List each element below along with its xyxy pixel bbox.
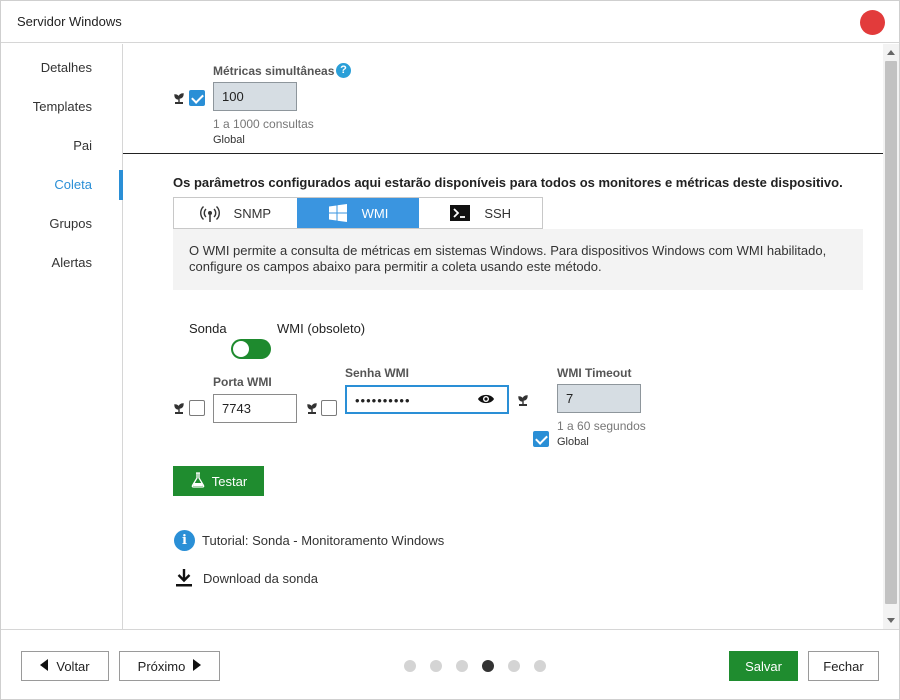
dialog-footer: Voltar Próximo Salvar Fechar xyxy=(1,629,899,699)
back-button-label: Voltar xyxy=(56,658,90,674)
flask-icon xyxy=(190,471,206,491)
tab-snmp[interactable]: SNMP xyxy=(174,198,297,228)
test-button[interactable]: Testar xyxy=(173,466,264,496)
step-dot-4[interactable] xyxy=(482,660,494,672)
vertical-scrollbar[interactable] xyxy=(883,44,899,629)
sonda-wmi-toggle[interactable] xyxy=(231,339,271,359)
scroll-up-arrow[interactable] xyxy=(887,50,895,55)
timeout-input[interactable]: 7 xyxy=(557,384,641,413)
caret-left-icon xyxy=(40,658,49,674)
antenna-icon xyxy=(199,203,220,223)
inherit-icon xyxy=(172,401,186,415)
metrics-hint: 1 a 1000 consultas xyxy=(213,117,314,131)
close-button[interactable] xyxy=(860,10,885,35)
help-icon[interactable]: ? xyxy=(336,63,351,78)
back-button[interactable]: Voltar xyxy=(21,651,109,681)
step-dot-3[interactable] xyxy=(456,660,468,672)
eye-icon[interactable] xyxy=(477,392,495,406)
caret-right-icon xyxy=(193,658,202,674)
scroll-thumb[interactable] xyxy=(885,61,897,604)
sidebar-item-templates[interactable]: Templates xyxy=(0,92,122,122)
toggle-left-label: Sonda xyxy=(189,321,227,336)
download-link[interactable]: Download da sonda xyxy=(203,571,318,586)
dialog-window: Servidor Windows Detalhes Templates Pai … xyxy=(0,0,900,700)
metrics-label: Métricas simultâneas xyxy=(213,64,335,78)
collection-description: Os parâmetros configurados aqui estarão … xyxy=(173,175,843,190)
section-divider xyxy=(123,153,883,154)
info-icon: i xyxy=(174,530,195,551)
password-value: •••••••••• xyxy=(355,393,411,408)
metrics-inherit-checkbox[interactable] xyxy=(189,90,205,106)
metrics-scope: Global xyxy=(213,134,245,146)
protocol-tabs: SNMP WMI SSH xyxy=(173,197,543,229)
tab-label: SSH xyxy=(484,205,512,221)
tab-ssh[interactable]: SSH xyxy=(419,198,542,228)
sidebar-item-coleta[interactable]: Coleta xyxy=(0,170,122,200)
tab-wmi[interactable]: WMI xyxy=(296,198,420,228)
sidebar-item-detalhes[interactable]: Detalhes xyxy=(0,53,122,83)
tab-label: WMI xyxy=(361,205,389,221)
toggle-right-label: WMI (obsoleto) xyxy=(277,321,366,336)
timeout-inherit-checkbox[interactable] xyxy=(533,431,549,447)
inherit-icon xyxy=(305,401,319,415)
tab-label: SNMP xyxy=(233,205,272,221)
step-dot-1[interactable] xyxy=(404,660,416,672)
scroll-down-arrow[interactable] xyxy=(887,618,895,623)
download-icon[interactable] xyxy=(175,568,193,591)
timeout-hint: 1 a 60 segundos xyxy=(557,419,646,433)
close-button-label: Fechar xyxy=(823,658,864,674)
port-label: Porta WMI xyxy=(213,375,272,389)
save-button-label: Salvar xyxy=(745,658,782,674)
wmi-info-box: O WMI permite a consulta de métricas em … xyxy=(173,229,863,290)
dialog-title: Servidor Windows xyxy=(17,14,122,29)
terminal-icon xyxy=(450,203,471,223)
save-button[interactable]: Salvar xyxy=(729,651,798,681)
next-button-label: Próximo xyxy=(137,658,186,674)
dialog-header: Servidor Windows xyxy=(1,1,899,43)
sidebar-item-pai[interactable]: Pai xyxy=(0,131,122,161)
step-dot-5[interactable] xyxy=(508,660,520,672)
next-button[interactable]: Próximo xyxy=(119,651,220,681)
step-dot-6[interactable] xyxy=(534,660,546,672)
timeout-scope: Global xyxy=(557,436,589,448)
sidebar: Detalhes Templates Pai Coleta Grupos Ale… xyxy=(1,44,123,629)
password-label: Senha WMI xyxy=(345,366,410,380)
inherit-icon xyxy=(172,91,186,105)
wmi-info-text: O WMI permite a consulta de métricas em … xyxy=(189,243,827,274)
inherit-icon xyxy=(516,393,530,407)
main-content: Métricas simultâneas ? 100 1 a 1000 cons… xyxy=(123,44,883,629)
port-inherit-checkbox[interactable] xyxy=(189,400,205,416)
windows-icon xyxy=(328,203,348,223)
test-button-label: Testar xyxy=(211,473,248,489)
sidebar-item-alertas[interactable]: Alertas xyxy=(0,248,122,278)
port-input[interactable]: 7743 xyxy=(213,394,297,423)
metrics-input[interactable]: 100 xyxy=(213,82,297,111)
close-dialog-button[interactable]: Fechar xyxy=(808,651,879,681)
sidebar-item-grupos[interactable]: Grupos xyxy=(0,209,122,239)
step-dot-2[interactable] xyxy=(430,660,442,672)
timeout-label: WMI Timeout xyxy=(557,366,632,380)
tutorial-link[interactable]: Tutorial: Sonda - Monitoramento Windows xyxy=(202,533,444,548)
password-inherit-checkbox[interactable] xyxy=(321,400,337,416)
